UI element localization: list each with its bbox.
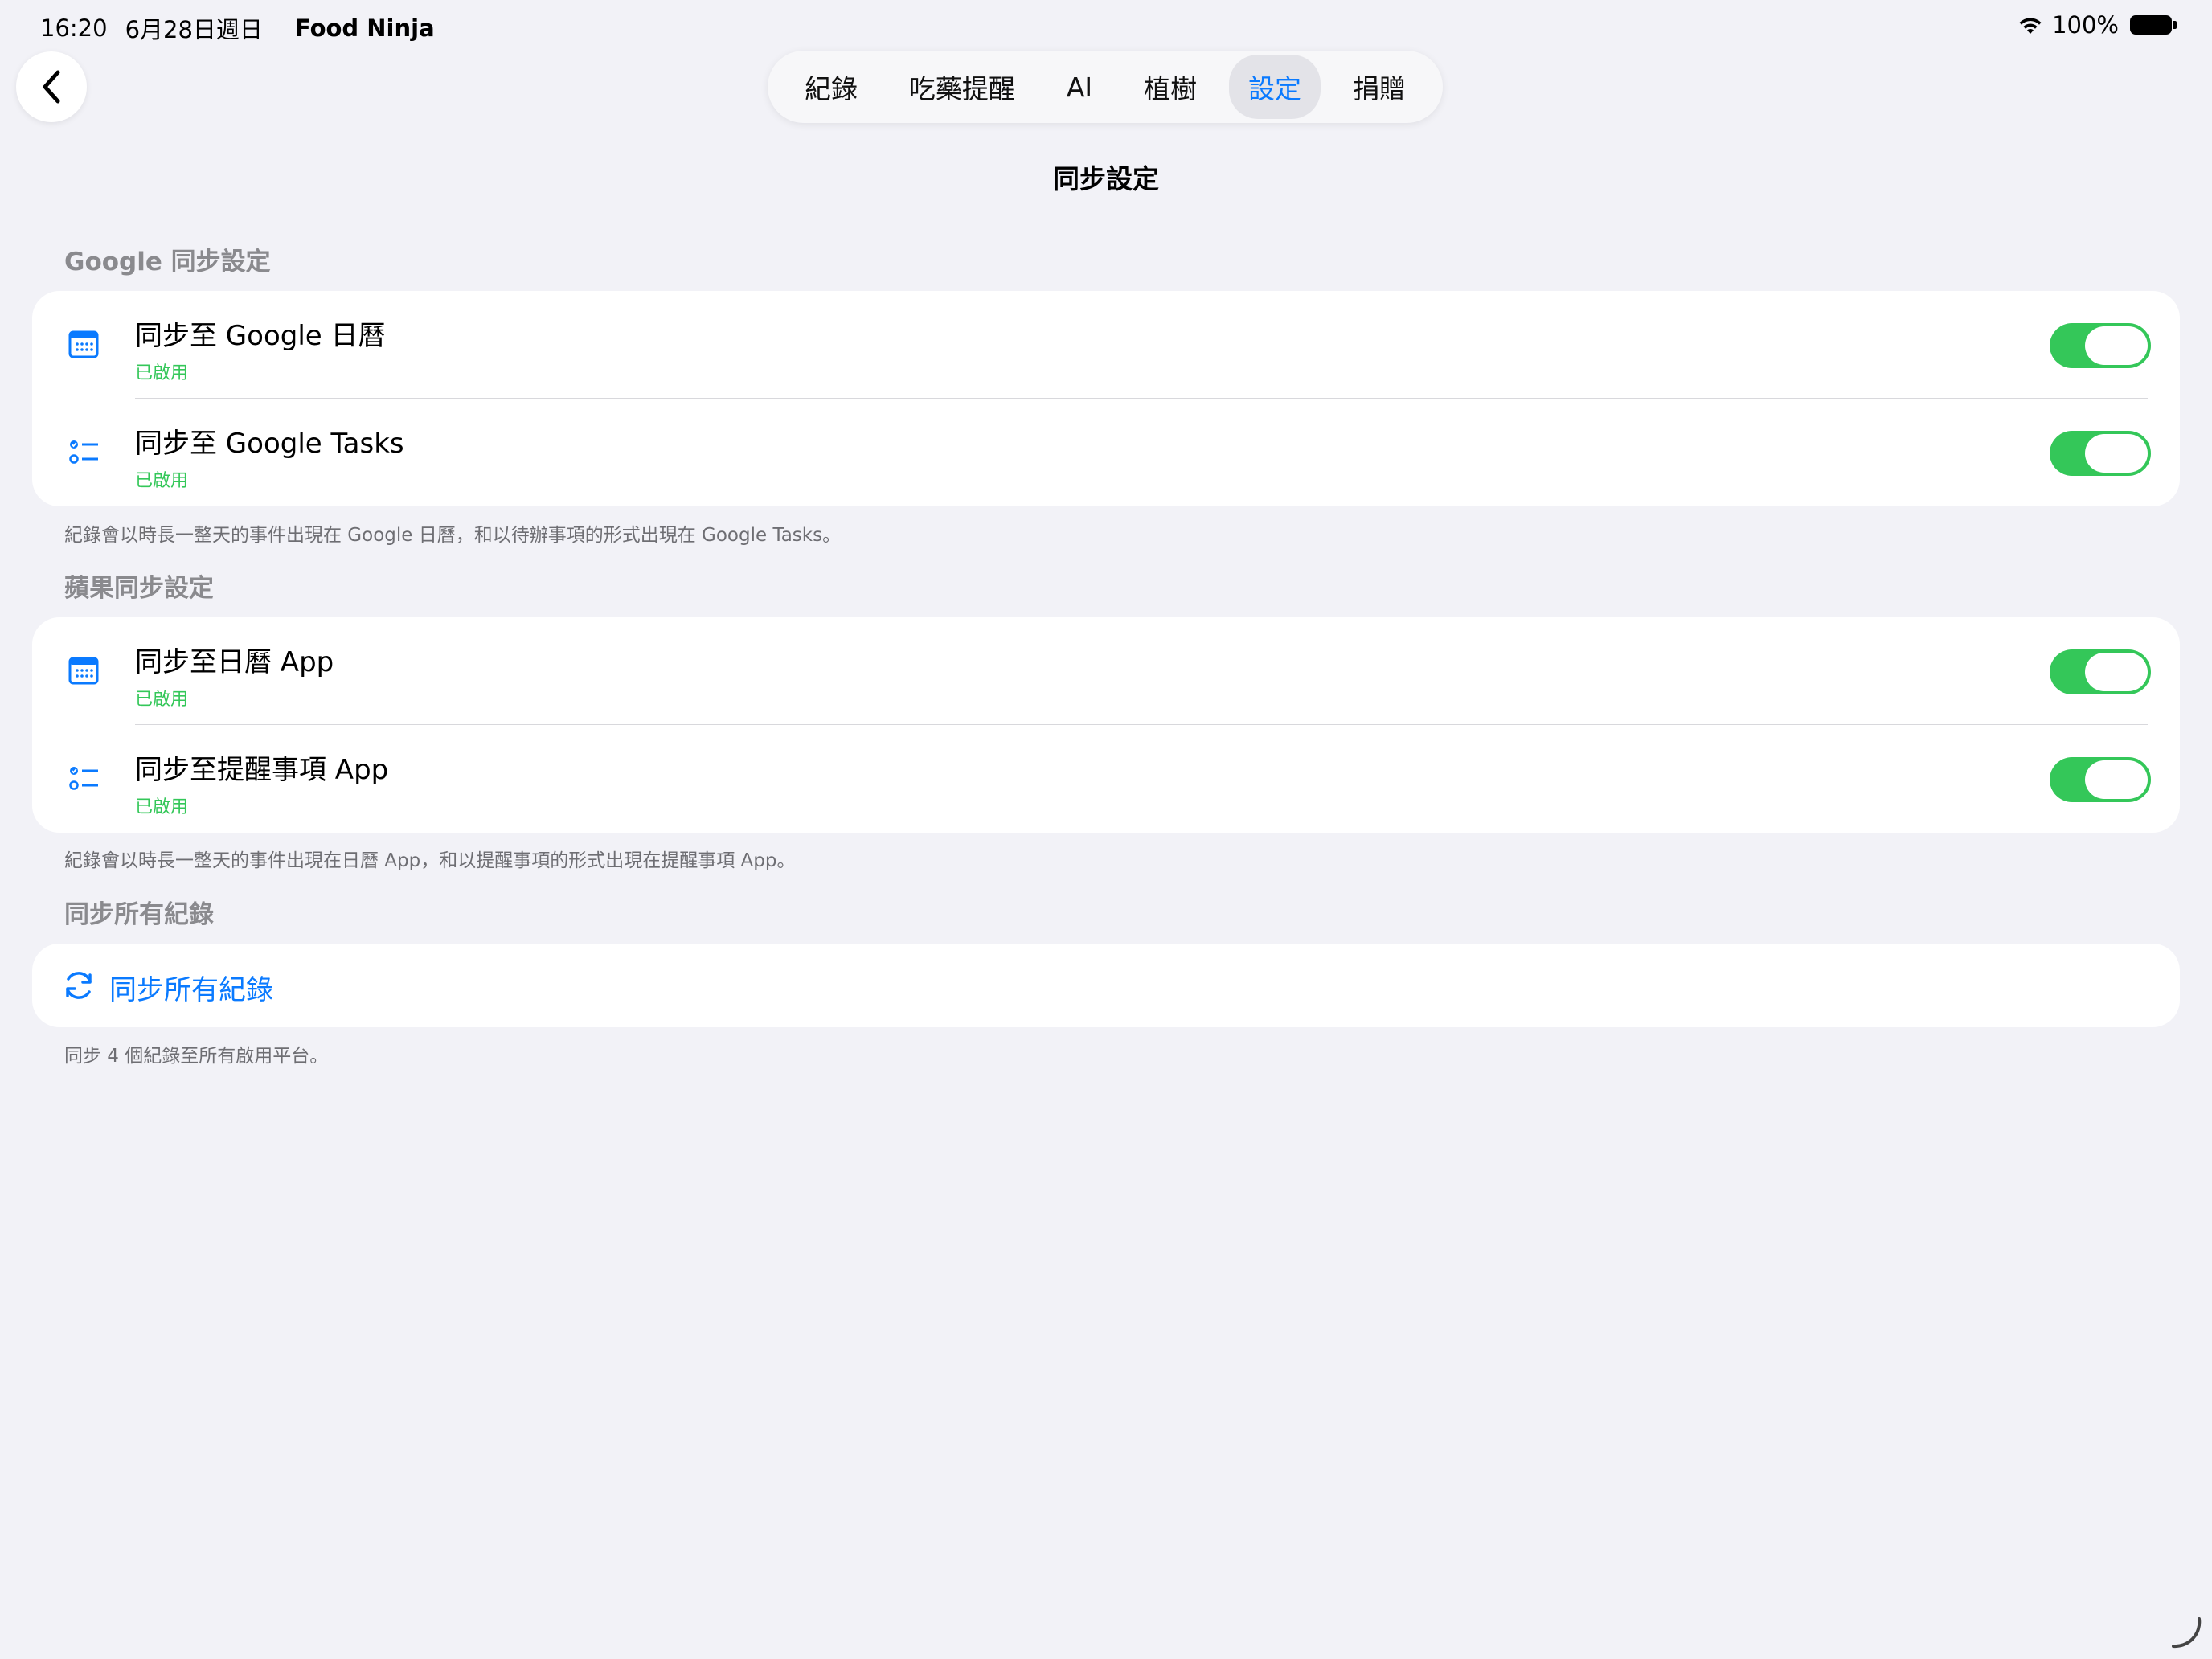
chevron-left-icon — [43, 70, 60, 104]
status-date: 6月28日週日 — [125, 16, 263, 43]
sync-all-footnote: 同步 4 個紀錄至所有啟用平台。 — [64, 1046, 329, 1067]
sync-all-button[interactable]: 同步所有紀錄 — [32, 944, 2180, 1027]
apple-reminders-title: 同步至提醒事項 App — [135, 754, 389, 786]
google-sync-card: 同步至 Google 日曆 已啟用 同步至 Google Tasks 已啟用 — [32, 291, 2180, 506]
apple-calendar-status: 已啟用 — [135, 690, 189, 710]
apple-calendar-title: 同步至日曆 App — [135, 646, 334, 678]
google-calendar-toggle[interactable] — [2050, 323, 2151, 368]
toggle-knob — [2085, 653, 2148, 691]
tab-settings[interactable]: 設定 — [1229, 55, 1321, 119]
toggle-knob — [2085, 760, 2148, 799]
google-tasks-title: 同步至 Google Tasks — [135, 428, 404, 460]
checklist-icon — [69, 767, 98, 790]
apple-section-header: 蘋果同步設定 — [64, 574, 214, 603]
apple-calendar-toggle[interactable] — [2050, 649, 2151, 694]
google-tasks-status: 已啟用 — [135, 471, 189, 491]
sync-icon — [66, 972, 92, 999]
google-section-header: Google 同步設定 — [64, 248, 271, 276]
apple-footnote: 紀錄會以時長一整天的事件出現在日曆 App，和以提醒事項的形式出現在提醒事項 A… — [64, 850, 796, 871]
corner-gesture-icon — [2172, 1617, 2202, 1649]
apple-reminders-status: 已啟用 — [135, 797, 189, 817]
page-title: 同步設定 — [1053, 163, 1159, 195]
google-footnote: 紀錄會以時長一整天的事件出現在 Google 日曆，和以待辦事項的形式出現在 G… — [64, 525, 842, 546]
apple-sync-card: 同步至日曆 App 已啟用 同步至提醒事項 App 已啟用 — [32, 617, 2180, 833]
google-tasks-toggle[interactable] — [2050, 431, 2151, 476]
google-calendar-title: 同步至 Google 日曆 — [135, 320, 386, 352]
apple-calendar-row: 同步至日曆 App 已啟用 — [32, 617, 2180, 725]
status-bar: 16:20 6月28日週日 Food Ninja 100% — [40, 11, 2177, 43]
sync-all-section-header: 同步所有紀錄 — [64, 900, 214, 929]
tab-donate[interactable]: 捐贈 — [1333, 55, 1425, 119]
calendar-icon — [68, 330, 99, 358]
google-calendar-row: 同步至 Google 日曆 已啟用 — [32, 291, 2180, 399]
tab-plant-tree[interactable]: 植樹 — [1124, 55, 1216, 119]
battery-icon — [2130, 15, 2177, 35]
status-time: 16:20 — [40, 14, 108, 42]
tab-ai[interactable]: AI — [1047, 59, 1112, 116]
wifi-icon — [2019, 18, 2042, 34]
google-calendar-status: 已啟用 — [135, 363, 189, 383]
tab-records[interactable]: 紀錄 — [785, 55, 877, 119]
apple-reminders-row: 同步至提醒事項 App 已啟用 — [32, 725, 2180, 833]
sync-all-card: 同步所有紀錄 — [32, 944, 2180, 1027]
tab-medication-reminder[interactable]: 吃藥提醒 — [890, 55, 1034, 119]
apple-reminders-toggle[interactable] — [2050, 757, 2151, 802]
checklist-icon — [69, 440, 98, 464]
battery-percent: 100% — [2052, 11, 2119, 39]
sync-all-label: 同步所有紀錄 — [109, 974, 273, 1006]
back-button[interactable] — [16, 51, 87, 122]
google-tasks-row: 同步至 Google Tasks 已啟用 — [32, 399, 2180, 506]
toggle-knob — [2085, 434, 2148, 473]
status-app-name: Food Ninja — [294, 14, 435, 42]
calendar-icon — [68, 657, 99, 685]
toggle-knob — [2085, 326, 2148, 365]
tab-bar: 紀錄 吃藥提醒 AI 植樹 設定 捐贈 — [768, 51, 1443, 123]
